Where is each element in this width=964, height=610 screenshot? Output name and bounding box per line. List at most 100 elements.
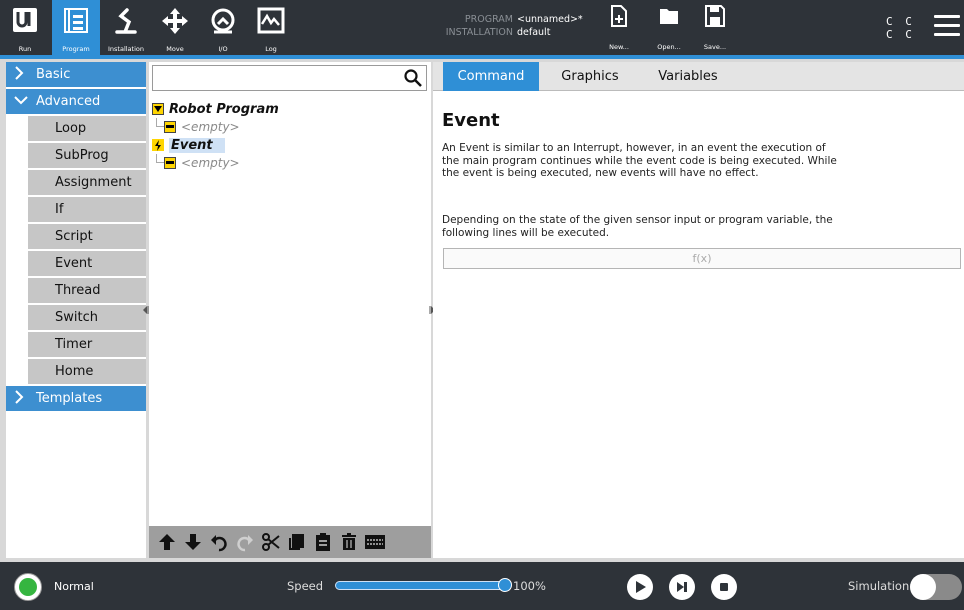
sidebar-item-loop[interactable]: Loop (28, 116, 146, 141)
tab-graphics[interactable]: Graphics (543, 62, 637, 91)
tree-node-event[interactable]: Event (152, 136, 279, 154)
program-icon (64, 8, 88, 33)
tree-search-input[interactable] (152, 65, 427, 91)
step-icon (677, 582, 687, 592)
undo-icon[interactable] (207, 530, 231, 554)
chevron-right-icon (14, 65, 28, 84)
sidebar-item-subprog[interactable]: SubProg (28, 143, 146, 168)
top-bar: Run Program Installation Move I/O Log PR… (0, 0, 964, 55)
hamburger-menu-icon[interactable] (934, 15, 960, 37)
lightning-icon (152, 139, 164, 151)
sidebar-item-switch[interactable]: Switch (28, 305, 146, 330)
sidebar-item-script[interactable]: Script (28, 224, 146, 249)
command-tabs: Command Graphics Variables (433, 62, 964, 91)
simulation-toggle[interactable] (910, 574, 962, 600)
run-tab-label: Run (18, 45, 32, 53)
paste-icon[interactable] (311, 530, 335, 554)
chevron-down-icon (14, 94, 28, 109)
copy-icon[interactable] (285, 530, 309, 554)
stop-icon (720, 583, 728, 591)
tree-node-empty[interactable]: <empty> (152, 118, 279, 136)
cc-indicator: C C C C (886, 15, 915, 41)
category-advanced[interactable]: Advanced (6, 89, 146, 114)
run-tab[interactable]: Run (0, 0, 50, 55)
installation-name: default (517, 27, 551, 38)
sidebar-item-thread[interactable]: Thread (28, 278, 146, 303)
open-label: Open... (657, 43, 681, 51)
new-file-icon (611, 5, 627, 27)
delete-icon[interactable] (337, 530, 361, 554)
speed-value: 100% (513, 579, 546, 593)
save-button[interactable]: Save... (698, 4, 732, 52)
suppress-icon[interactable] (363, 530, 387, 554)
robot-status-icon[interactable] (14, 573, 42, 601)
open-button[interactable]: Open... (652, 4, 686, 52)
speed-label: Speed (287, 579, 324, 593)
move-icon (162, 8, 188, 34)
command-description: An Event is similar to an Interrupt, how… (442, 142, 837, 179)
speed-slider[interactable] (335, 581, 505, 590)
io-icon (211, 8, 235, 34)
installation-icon (115, 8, 137, 34)
collapse-triangle-icon[interactable] (152, 103, 164, 115)
tree-node-empty[interactable]: <empty> (152, 154, 279, 172)
command-description-2: Depending on the state of the given sens… (442, 214, 833, 239)
move-up-icon[interactable] (155, 530, 179, 554)
speed-slider-handle[interactable] (498, 578, 512, 592)
search-icon[interactable] (404, 69, 422, 91)
empty-node-icon (164, 157, 176, 169)
log-tab-label: Log (265, 45, 277, 53)
tree-node-empty-label: <empty> (181, 120, 240, 134)
tree-node-empty-label: <empty> (181, 156, 240, 170)
program-tab-label: Program (62, 45, 90, 53)
robot-status-label: Normal (54, 580, 94, 593)
move-down-icon[interactable] (181, 530, 205, 554)
installation-key: INSTALLATION (445, 27, 513, 38)
tab-variables[interactable]: Variables (641, 62, 735, 91)
stop-button[interactable] (711, 574, 737, 600)
tree-node-label: Robot Program (169, 101, 279, 117)
sidebar-item-assignment[interactable]: Assignment (28, 170, 146, 195)
category-templates-label: Templates (36, 391, 103, 406)
tree-branch-line (156, 118, 164, 127)
command-panel: Command Graphics Variables Event An Even… (433, 62, 964, 558)
ur-logo-icon (13, 8, 37, 32)
tree-node-robot-program[interactable]: Robot Program (152, 100, 279, 118)
category-advanced-label: Advanced (36, 94, 101, 109)
topbar-accent-line (0, 55, 964, 59)
io-tab[interactable]: I/O (200, 0, 246, 55)
chevron-right-icon (14, 389, 28, 408)
sidebar-item-timer[interactable]: Timer (28, 332, 146, 357)
log-tab[interactable]: Log (248, 0, 294, 55)
new-button[interactable]: New... (602, 4, 636, 52)
program-key: PROGRAM (464, 14, 513, 25)
program-tree: Robot Program <empty> Event <empty> (152, 100, 279, 172)
tree-toolbar (149, 526, 431, 558)
program-tab[interactable]: Program (52, 0, 100, 55)
new-label: New... (609, 43, 629, 51)
category-basic[interactable]: Basic (6, 62, 146, 87)
play-button[interactable] (627, 574, 653, 600)
category-basic-label: Basic (36, 67, 71, 82)
play-icon (636, 581, 646, 593)
program-info: PROGRAM <unnamed>* INSTALLATION default (432, 13, 583, 39)
redo-icon[interactable] (233, 530, 257, 554)
simulation-label: Simulation (848, 579, 910, 593)
move-tab[interactable]: Move (152, 0, 198, 55)
tab-command[interactable]: Command (443, 62, 539, 91)
category-templates[interactable]: Templates (6, 386, 146, 411)
tree-branch-line (156, 154, 164, 163)
command-sidebar: Basic Advanced Loop SubProg Assignment I… (6, 62, 146, 558)
log-icon (257, 7, 285, 34)
bottom-bar: Normal Speed 100% Simulation (0, 562, 964, 610)
installation-tab[interactable]: Installation (102, 0, 150, 55)
program-name: <unnamed>* (517, 14, 583, 25)
sidebar-item-if[interactable]: If (28, 197, 146, 222)
cut-icon[interactable] (259, 530, 283, 554)
sidebar-item-home[interactable]: Home (28, 359, 146, 384)
step-button[interactable] (669, 574, 695, 600)
expression-field[interactable]: f(x) (443, 248, 961, 269)
tree-node-event-label: Event (169, 137, 225, 153)
save-icon (705, 5, 725, 27)
sidebar-item-event[interactable]: Event (28, 251, 146, 276)
